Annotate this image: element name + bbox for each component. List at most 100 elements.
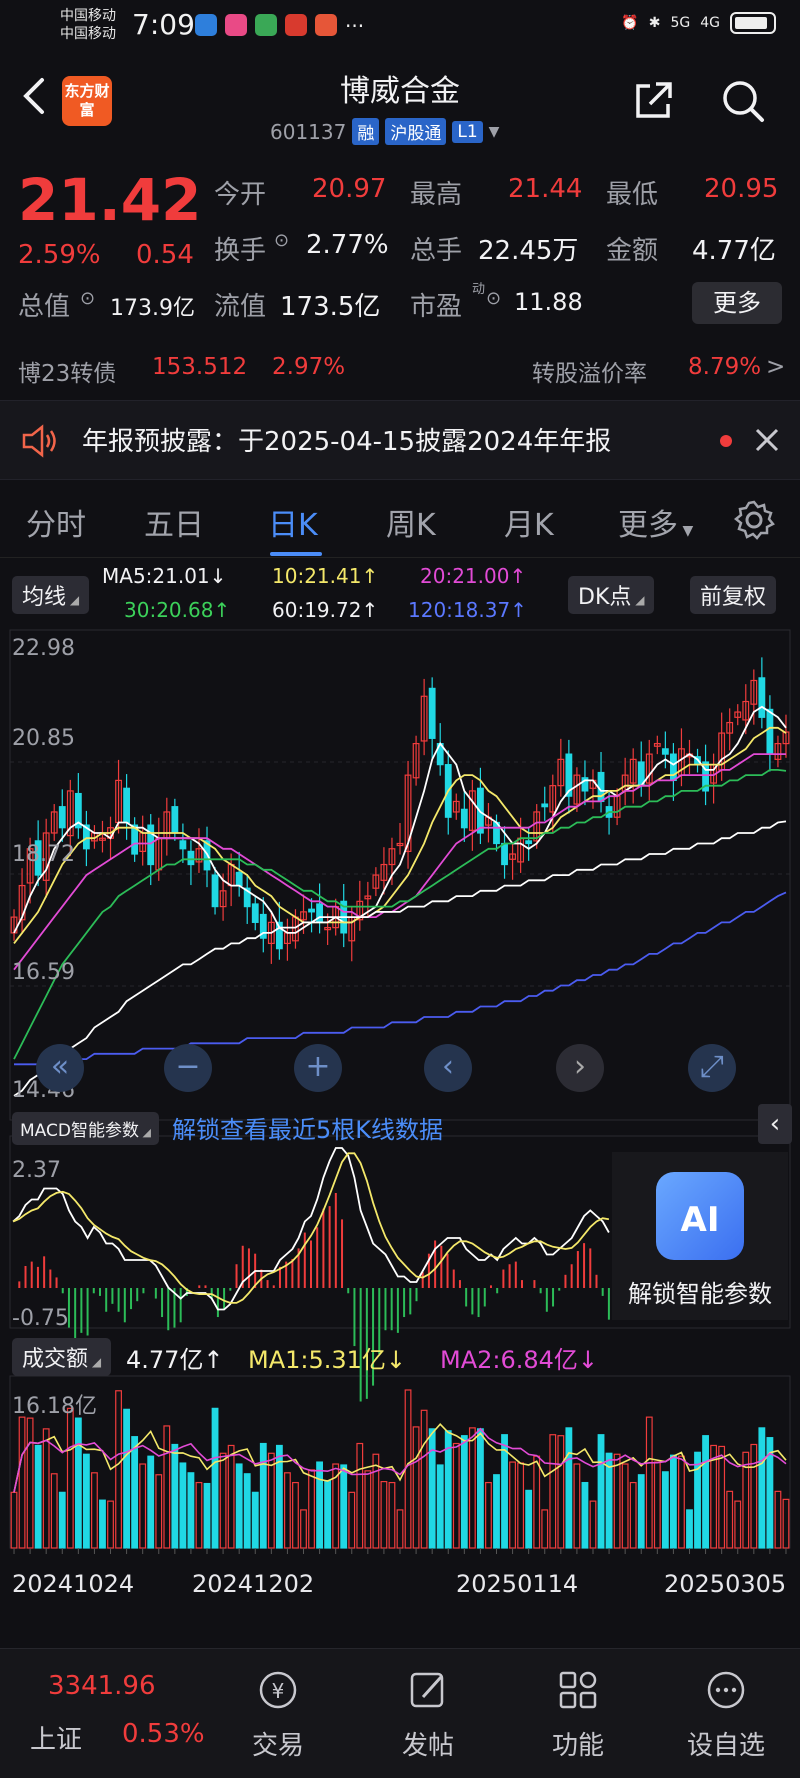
candle-body bbox=[316, 903, 324, 923]
zoom-out-button[interactable]: − bbox=[164, 1044, 212, 1092]
share-icon[interactable] bbox=[630, 78, 676, 124]
volume-bar bbox=[485, 1481, 492, 1549]
ma60-legend: 60:19.72↑ bbox=[272, 598, 379, 622]
hgt-tag: 沪股通 bbox=[385, 118, 447, 145]
volume-bar bbox=[300, 1509, 307, 1549]
nav-post[interactable]: 发帖 bbox=[358, 1649, 498, 1778]
tab-five-day[interactable]: 五日 bbox=[144, 500, 204, 544]
volume-bar bbox=[259, 1442, 267, 1549]
volume-ma2-legend: MA2:6.84亿↓ bbox=[440, 1346, 599, 1374]
float-cap-value: 173.5亿 bbox=[280, 292, 381, 322]
chevron-right-icon: > bbox=[766, 354, 786, 380]
tab-monthly-k[interactable]: 月K bbox=[504, 500, 554, 544]
tab-more[interactable]: 更多 ▼ bbox=[618, 500, 693, 544]
dk-point-button[interactable]: DK点 ◢ bbox=[568, 576, 655, 614]
volume-bar bbox=[364, 1470, 372, 1549]
convertible-bond-row[interactable]: 博23转债 153.512 2.97% 转股溢价率 8.79% > bbox=[0, 348, 800, 390]
wechat-icon bbox=[255, 14, 277, 36]
volume-bar bbox=[734, 1500, 742, 1549]
high-label: 最高 bbox=[410, 180, 463, 210]
volume-bar bbox=[396, 1509, 404, 1549]
collapse-panel-button[interactable]: ‹ bbox=[758, 1104, 792, 1144]
volume-selector[interactable]: 成交额 ◢ bbox=[12, 1338, 112, 1376]
index-ticker[interactable]: 3341.96 上证 0.53% bbox=[0, 1649, 205, 1778]
active-tab-indicator bbox=[270, 552, 322, 556]
amount-value: 4.77亿 bbox=[692, 236, 776, 266]
alarm-icon: ⏰ bbox=[621, 15, 639, 31]
grid-icon bbox=[559, 1671, 597, 1709]
volume-bar bbox=[661, 1471, 669, 1549]
gear-icon[interactable] bbox=[732, 498, 776, 542]
volume-bar bbox=[324, 1480, 332, 1549]
scroll-right-button[interactable]: › bbox=[556, 1044, 604, 1092]
margin-tag: 融 bbox=[352, 118, 380, 145]
volume-bar bbox=[340, 1464, 348, 1549]
macd-tick: 2.37 bbox=[12, 1158, 61, 1183]
fullscreen-icon[interactable]: ⤢ bbox=[688, 1044, 736, 1092]
ai-unlock-card[interactable]: AI 解锁智能参数 bbox=[612, 1152, 788, 1320]
candle-body bbox=[428, 687, 436, 739]
volume-bar bbox=[782, 1498, 790, 1549]
tab-intraday[interactable]: 分时 bbox=[26, 500, 86, 544]
tab-daily-k[interactable]: 日K bbox=[268, 500, 318, 544]
unlock-kline-link[interactable]: 解锁查看最近5根K线数据 bbox=[172, 1110, 443, 1145]
candle-body bbox=[308, 908, 315, 913]
search-icon[interactable] bbox=[720, 78, 766, 124]
carrier-label: 中国移动 中国移动 bbox=[60, 8, 116, 42]
volume-bar bbox=[348, 1491, 356, 1549]
pe-dynamic-tag: 动 bbox=[472, 282, 486, 297]
nav-functions[interactable]: 功能 bbox=[508, 1649, 648, 1778]
volume-ma1-legend: MA1:5.31亿↓ bbox=[248, 1346, 407, 1374]
volume-bar bbox=[573, 1463, 581, 1549]
app-notification-icon bbox=[195, 14, 217, 36]
nav-add-watchlist[interactable]: 设自选 bbox=[656, 1649, 796, 1778]
zoom-in-button[interactable]: + bbox=[294, 1044, 342, 1092]
volume-bar bbox=[147, 1455, 155, 1549]
adjust-button[interactable]: 前复权 bbox=[690, 576, 777, 614]
volume-bar bbox=[509, 1461, 516, 1549]
volume-bar bbox=[613, 1453, 621, 1549]
volume-bar bbox=[686, 1509, 693, 1549]
period-tabs: 分时 五日 日K 周K 月K 更多 ▼ bbox=[0, 482, 800, 558]
notice-banner[interactable]: 年报预披露：于2025-04-15披露2024年年报 bbox=[0, 400, 800, 480]
index-percent: 0.53% bbox=[122, 1719, 205, 1749]
rewind-icon[interactable]: « bbox=[36, 1044, 84, 1092]
nav-trade[interactable]: ¥ 交易 bbox=[208, 1649, 348, 1778]
open-label: 今开 bbox=[214, 180, 267, 210]
stock-name: 博威合金 bbox=[340, 74, 460, 109]
volume-bar bbox=[637, 1474, 645, 1549]
info-icon[interactable]: ⊙ bbox=[80, 288, 95, 309]
candle-body bbox=[179, 840, 187, 850]
volume-bar bbox=[58, 1491, 66, 1549]
volume-bar bbox=[525, 1489, 533, 1549]
info-icon[interactable]: ⊙ bbox=[274, 230, 289, 251]
close-icon[interactable] bbox=[754, 427, 780, 453]
more-button[interactable]: 更多 bbox=[692, 282, 782, 324]
volume-bar bbox=[758, 1427, 766, 1549]
volume-bar bbox=[284, 1472, 291, 1549]
volume-bar bbox=[251, 1491, 259, 1549]
tab-weekly-k[interactable]: 周K bbox=[386, 500, 436, 544]
volume-bar bbox=[372, 1453, 380, 1549]
ma-line-ma120 bbox=[14, 891, 787, 1066]
macd-selector[interactable]: MACD智能参数 ◢ bbox=[12, 1112, 159, 1145]
premium-value: 8.79% bbox=[688, 354, 762, 380]
x-tick: 20241024 bbox=[12, 1570, 135, 1598]
info-icon[interactable]: ⊙ bbox=[486, 288, 501, 309]
index-value: 3341.96 bbox=[48, 1671, 156, 1701]
index-name: 上证 bbox=[30, 1725, 83, 1755]
change-percent: 2.59% bbox=[18, 240, 101, 270]
scroll-left-button[interactable]: ‹ bbox=[424, 1044, 472, 1092]
volume-bar bbox=[139, 1463, 147, 1549]
stock-code-row[interactable]: 601137 融 沪股通 L1 ▼ bbox=[270, 118, 499, 145]
ma30-legend: 30:20.68↑ bbox=[124, 598, 231, 622]
volume-bar bbox=[436, 1464, 444, 1549]
unread-dot bbox=[720, 435, 732, 447]
signal-5g-icon: 5G bbox=[670, 15, 691, 31]
volume-bar bbox=[468, 1427, 476, 1549]
volume-bar bbox=[107, 1500, 114, 1549]
volume-bar bbox=[99, 1499, 106, 1549]
quote-panel: 21.42 2.59% 0.54 今开 20.97 最高 21.44 最低 20… bbox=[0, 160, 800, 330]
volume-bar bbox=[91, 1472, 98, 1549]
ma-selector[interactable]: 均线 ◢ bbox=[12, 576, 90, 614]
